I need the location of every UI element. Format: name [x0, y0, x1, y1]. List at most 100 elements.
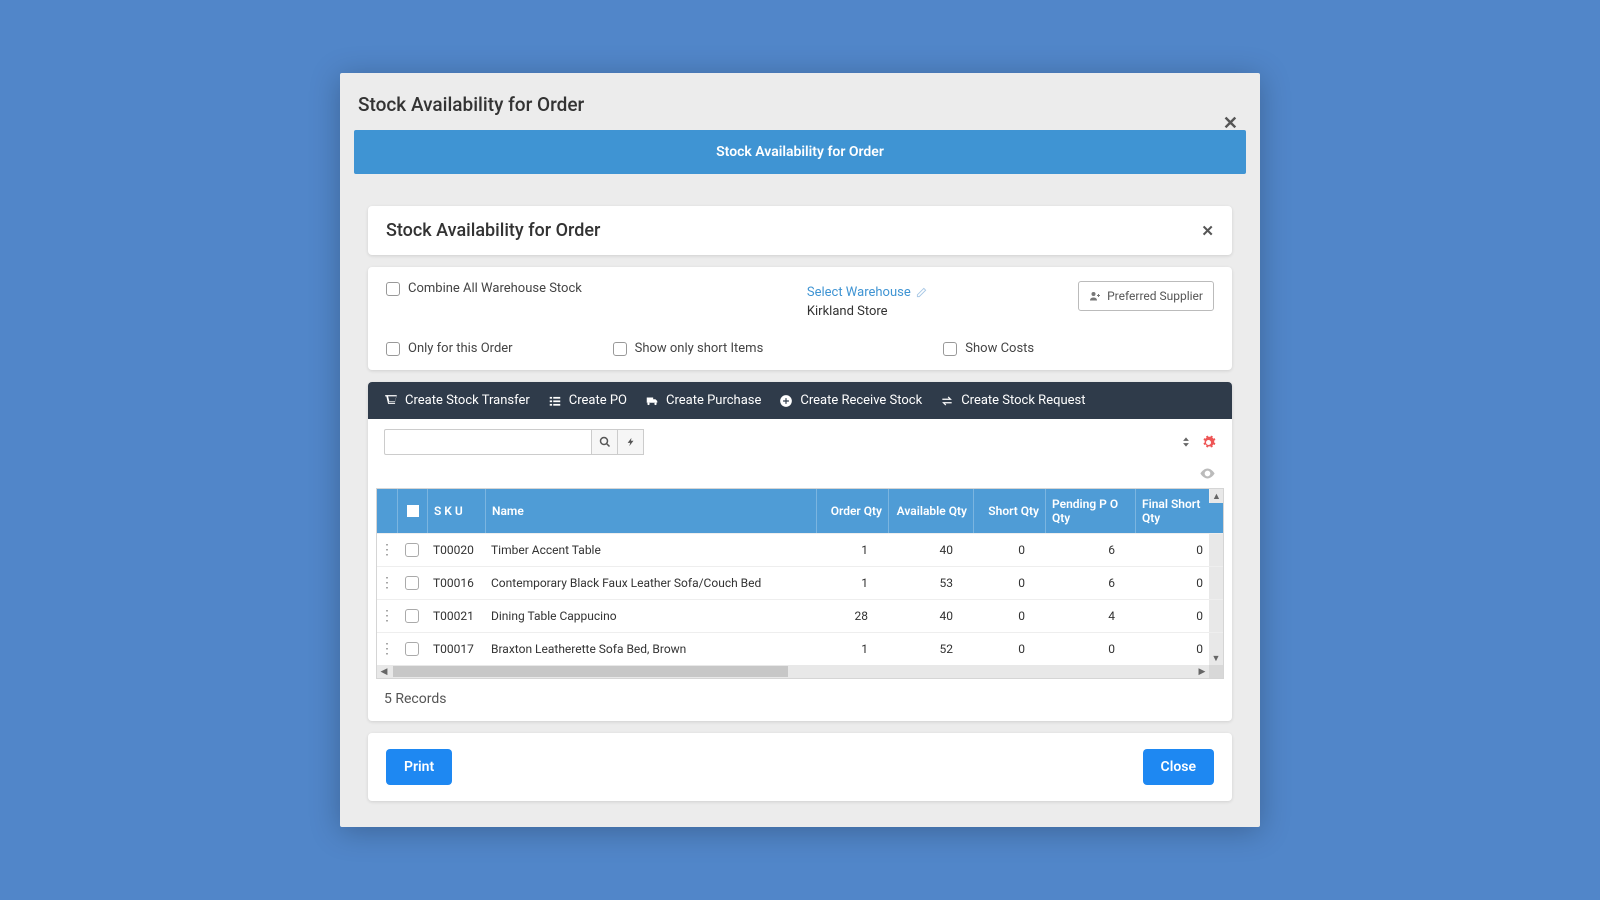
visibility-icon[interactable] — [1199, 465, 1216, 482]
gear-icon[interactable] — [1201, 435, 1216, 450]
show-short-checkbox[interactable] — [613, 342, 627, 356]
show-costs-checkbox[interactable] — [943, 342, 957, 356]
show-costs-label: Show Costs — [965, 341, 1034, 356]
card-close-icon[interactable]: ✕ — [1201, 222, 1214, 240]
table-row: ⋮T00021Dining Table Cappucino2840040 — [377, 599, 1223, 632]
combine-warehouse-checkbox[interactable] — [386, 282, 400, 296]
header-order-qty[interactable]: Order Qty — [816, 489, 888, 533]
create-receive-stock-button[interactable]: Create Receive Stock — [779, 393, 922, 408]
cell-pending-po: 0 — [1031, 633, 1121, 665]
grid-card: Create Stock Transfer Create PO Create P… — [368, 382, 1232, 721]
only-this-order-checkbox[interactable] — [386, 342, 400, 356]
cell-available-qty: 52 — [874, 633, 959, 665]
cell-short-qty: 0 — [959, 534, 1031, 566]
search-button[interactable] — [592, 429, 618, 455]
horizontal-scrollbar[interactable]: ◀ ▶ — [377, 665, 1223, 678]
cell-final-short: 0 — [1121, 633, 1209, 665]
warehouse-name: Kirkland Store — [807, 304, 927, 319]
header-pending-po[interactable]: Pending P O Qty — [1045, 489, 1135, 533]
cell-order-qty: 1 — [802, 567, 874, 599]
footer-card: Print Close — [368, 733, 1232, 801]
scroll-thumb[interactable] — [393, 666, 788, 677]
pencil-icon — [916, 287, 927, 298]
row-drag-handle[interactable]: ⋮ — [377, 567, 397, 599]
row-drag-handle[interactable]: ⋮ — [377, 534, 397, 566]
cell-pending-po: 6 — [1031, 567, 1121, 599]
cell-name: Dining Table Cappucino — [485, 600, 802, 632]
sort-icon[interactable] — [1179, 435, 1193, 450]
cell-short-qty: 0 — [959, 600, 1031, 632]
row-checkbox[interactable] — [405, 576, 419, 590]
modal-title: Stock Availability for Order — [354, 87, 1246, 130]
cell-available-qty: 53 — [874, 567, 959, 599]
cell-name: Timber Accent Table — [485, 534, 802, 566]
quick-action-button[interactable] — [618, 429, 644, 455]
scroll-right-button[interactable]: ▶ — [1195, 665, 1209, 678]
row-checkbox[interactable] — [405, 609, 419, 623]
grid-header: S K U Name Order Qty Available Qty Short… — [377, 489, 1223, 533]
record-count: 5 Records — [368, 679, 1232, 707]
truck-icon — [645, 394, 659, 408]
table-row: ⋮T00020Timber Accent Table140060 — [377, 533, 1223, 566]
scroll-down-button[interactable]: ▼ — [1209, 651, 1223, 665]
header-name[interactable]: Name — [485, 489, 816, 533]
cell-available-qty: 40 — [874, 600, 959, 632]
cell-sku: T00016 — [427, 567, 485, 599]
modal-close-icon[interactable]: ✕ — [1223, 113, 1238, 134]
data-grid: S K U Name Order Qty Available Qty Short… — [376, 488, 1224, 679]
list-icon — [548, 394, 562, 408]
row-checkbox[interactable] — [405, 543, 419, 557]
select-all-checkbox[interactable] — [407, 505, 419, 517]
show-short-label: Show only short Items — [635, 341, 764, 356]
cell-sku: T00020 — [427, 534, 485, 566]
create-stock-transfer-button[interactable]: Create Stock Transfer — [384, 393, 530, 408]
plus-circle-icon — [779, 394, 793, 408]
grid-toolbar: Create Stock Transfer Create PO Create P… — [368, 382, 1232, 419]
print-button[interactable]: Print — [386, 749, 452, 785]
cell-final-short: 0 — [1121, 600, 1209, 632]
cell-name: Braxton Leatherette Sofa Bed, Brown — [485, 633, 802, 665]
header-sku[interactable]: S K U — [427, 489, 485, 533]
table-row: ⋮ T00017Braxton Leatherette Sofa Bed, Bro… — [377, 632, 1223, 665]
cell-sku: T00017 — [427, 633, 485, 665]
scroll-left-button[interactable]: ◀ — [377, 665, 391, 678]
user-plus-icon — [1089, 290, 1101, 302]
card-title: Stock Availability for Order — [386, 220, 600, 241]
cell-order-qty: 28 — [802, 600, 874, 632]
cell-available-qty: 40 — [874, 534, 959, 566]
cell-final-short: 0 — [1121, 567, 1209, 599]
cart-icon — [384, 394, 398, 408]
row-drag-handle[interactable]: ⋮ — [377, 633, 397, 665]
row-checkbox[interactable] — [405, 642, 419, 656]
cell-final-short: 0 — [1121, 534, 1209, 566]
select-warehouse-link[interactable]: Select Warehouse — [807, 285, 927, 300]
create-stock-request-button[interactable]: Create Stock Request — [940, 393, 1085, 408]
header-available-qty[interactable]: Available Qty — [888, 489, 973, 533]
search-row — [368, 419, 1232, 465]
preferred-supplier-button[interactable]: Preferred Supplier — [1078, 281, 1214, 311]
header-short-qty[interactable]: Short Qty — [973, 489, 1045, 533]
table-row: ⋮ T00016Contemporary Black Faux Leather S… — [377, 566, 1223, 599]
create-po-button[interactable]: Create PO — [548, 393, 627, 408]
bolt-icon — [626, 436, 636, 448]
cell-short-qty: 0 — [959, 633, 1031, 665]
modal-dialog: Stock Availability for Order ✕ Stock Ava… — [340, 73, 1260, 827]
create-purchase-button[interactable]: Create Purchase — [645, 393, 761, 408]
filter-card: Combine All Warehouse Stock Select Wareh… — [368, 267, 1232, 370]
cell-short-qty: 0 — [959, 567, 1031, 599]
title-card: Stock Availability for Order ✕ — [368, 206, 1232, 255]
search-icon — [599, 436, 611, 448]
only-this-order-label: Only for this Order — [408, 341, 513, 356]
search-input[interactable] — [384, 429, 592, 455]
cell-order-qty: 1 — [802, 534, 874, 566]
close-button[interactable]: Close — [1143, 749, 1214, 785]
cell-sku: T00021 — [427, 600, 485, 632]
scroll-up-button[interactable]: ▲ — [1209, 489, 1223, 503]
cell-pending-po: 6 — [1031, 534, 1121, 566]
cell-order-qty: 1 — [802, 633, 874, 665]
banner: Stock Availability for Order — [354, 130, 1246, 174]
row-drag-handle[interactable]: ⋮ — [377, 600, 397, 632]
combine-warehouse-label: Combine All Warehouse Stock — [408, 281, 582, 296]
exchange-icon — [940, 394, 954, 408]
cell-name: Contemporary Black Faux Leather Sofa/Cou… — [485, 567, 802, 599]
